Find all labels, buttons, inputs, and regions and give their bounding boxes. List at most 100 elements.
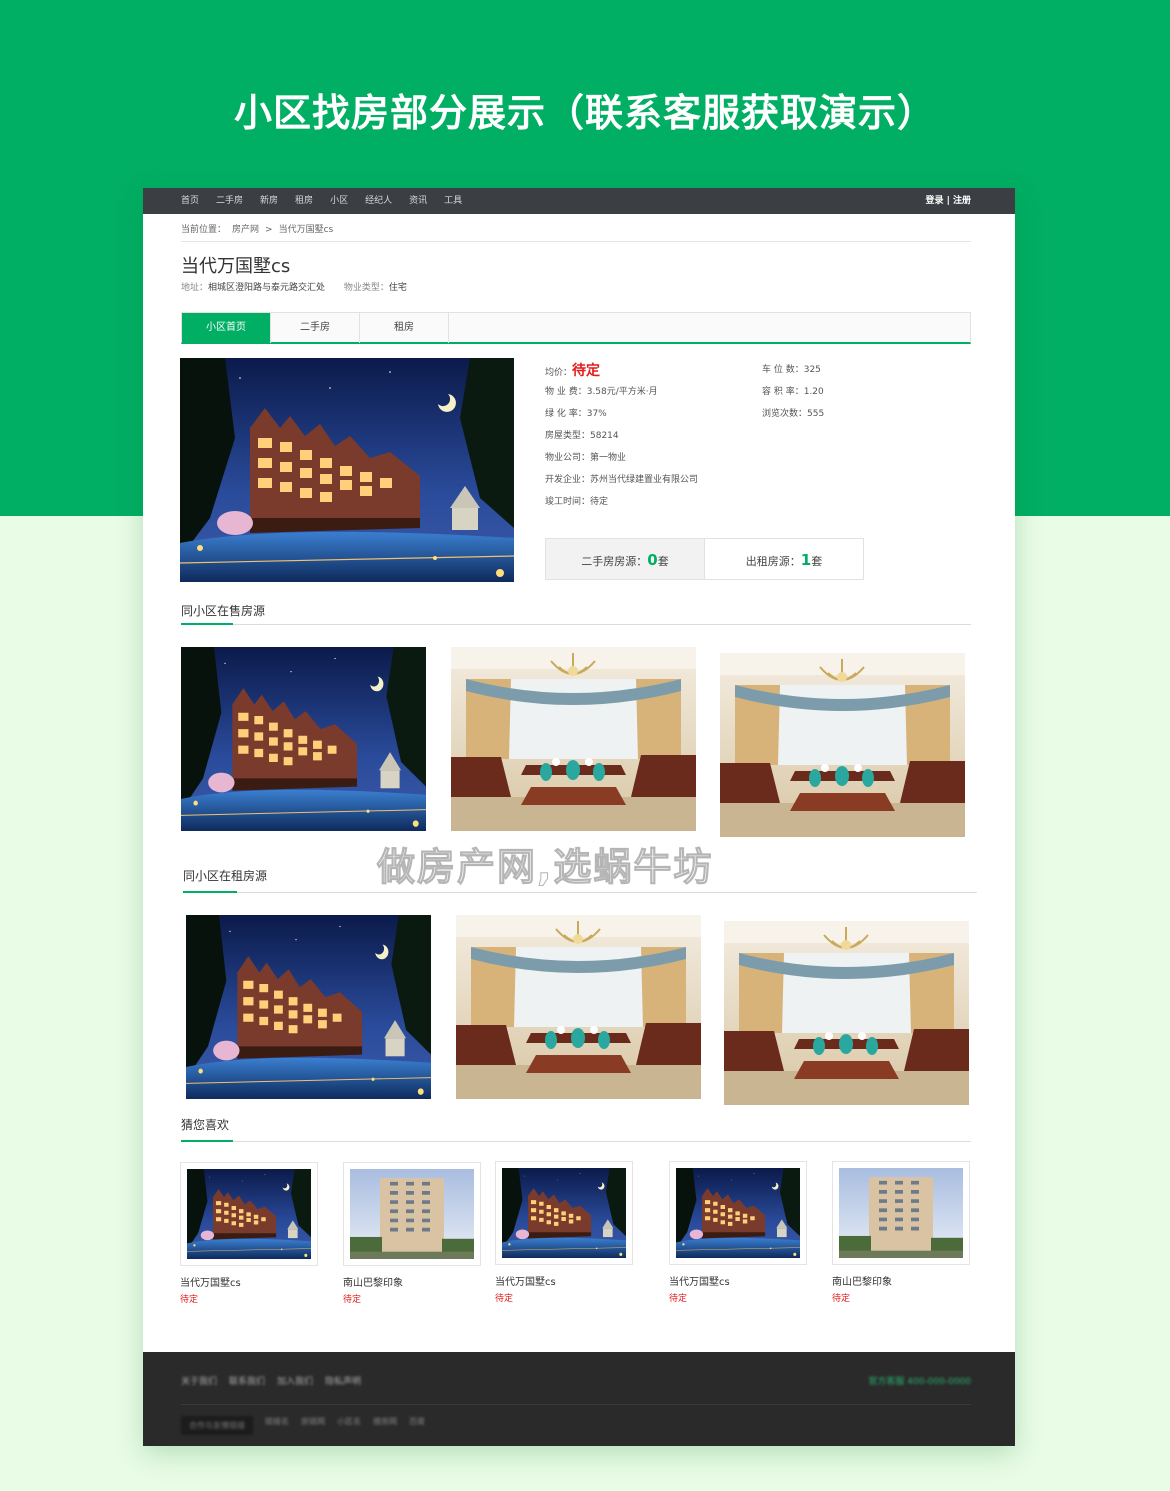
tab-resale[interactable]: 二手房 bbox=[271, 313, 360, 343]
price-label: 均价： bbox=[545, 368, 573, 378]
footer: 关于我们 联系我们 加入我们 隐私声明 官方客服 400-000-0000 合作… bbox=[143, 1352, 1015, 1446]
friend-link[interactable]: 百度 bbox=[409, 1416, 425, 1435]
friend-links-label: 合作与友情链接 bbox=[181, 1416, 253, 1435]
recommend-price: 待定 bbox=[180, 1295, 199, 1305]
page-title: 当代万国墅cs bbox=[181, 256, 291, 277]
recommend-name[interactable]: 当代万国墅cs bbox=[180, 1274, 318, 1289]
resale-count-value: 0 bbox=[647, 551, 658, 569]
nav-item-tools[interactable]: 工具 bbox=[444, 188, 462, 214]
footer-link[interactable]: 联系我们 bbox=[229, 1374, 265, 1387]
section-title-rent: 同小区在租房源 bbox=[183, 869, 268, 883]
resale-count-box[interactable]: 二手房房源：0套 bbox=[546, 539, 705, 579]
recommend-card[interactable]: 南山巴黎印象 待定 bbox=[343, 1162, 481, 1305]
login-register-link[interactable]: 登录 | 注册 bbox=[925, 188, 971, 214]
nav-item-resale[interactable]: 二手房 bbox=[216, 188, 243, 214]
recommend-name[interactable]: 南山巴黎印象 bbox=[343, 1274, 481, 1289]
breadcrumb-separator: > bbox=[265, 225, 273, 235]
nav-item-home[interactable]: 首页 bbox=[181, 188, 199, 214]
resale-count-label: 二手房房源： bbox=[581, 555, 648, 568]
section-divider bbox=[181, 624, 971, 625]
footer-links: 关于我们 联系我们 加入我们 隐私声明 bbox=[181, 1374, 373, 1387]
watermark-text: 做房产网,选蜗牛坊 bbox=[376, 845, 714, 890]
recommend-name[interactable]: 当代万国墅cs bbox=[495, 1273, 633, 1288]
property-fee: 物 业 费：3.58元/平方米·月 bbox=[545, 387, 658, 397]
property-type-label: 物业类型： bbox=[343, 283, 389, 293]
service-phone: 官方客服 400-000-0000 bbox=[868, 1377, 971, 1387]
price-row: 均价：待定 bbox=[545, 360, 600, 380]
breadcrumb: 当前位置： 房产网 > 当代万国墅cs bbox=[181, 222, 339, 235]
banner-title: 小区找房部分展示（联系客服获取演示） bbox=[233, 91, 936, 135]
house-type: 房屋类型：58214 bbox=[545, 431, 619, 441]
recommend-thumb[interactable] bbox=[495, 1161, 633, 1265]
divider bbox=[181, 241, 971, 242]
completion-time: 竣工时间：待定 bbox=[545, 497, 609, 507]
section-title-like: 猜您喜欢 bbox=[181, 1118, 230, 1132]
recommend-price: 待定 bbox=[669, 1294, 688, 1304]
breadcrumb-label: 当前位置： bbox=[181, 225, 227, 235]
recommend-price: 待定 bbox=[832, 1294, 851, 1304]
community-meta: 地址：相城区澄阳路与泰元路交汇处 物业类型：住宅 bbox=[181, 280, 407, 293]
friend-link[interactable]: 小区名 bbox=[337, 1416, 361, 1435]
rent-listing-photo[interactable] bbox=[186, 915, 431, 1099]
recommend-name[interactable]: 南山巴黎印象 bbox=[832, 1273, 970, 1288]
green-ratio: 绿 化 率：37% bbox=[545, 409, 607, 419]
rent-listing-photo[interactable] bbox=[456, 915, 701, 1099]
recommend-thumb[interactable] bbox=[180, 1162, 318, 1266]
property-company: 物业公司：第一物业 bbox=[545, 453, 627, 463]
parking-count: 车 位 数：325 bbox=[762, 365, 821, 375]
rent-count-value: 1 bbox=[800, 551, 812, 569]
recommend-card[interactable]: 当代万国墅cs 待定 bbox=[180, 1162, 318, 1305]
section-divider bbox=[183, 892, 977, 893]
recommend-card[interactable]: 当代万国墅cs 待定 bbox=[669, 1161, 807, 1304]
nav-item-agent[interactable]: 经纪人 bbox=[365, 188, 392, 214]
view-count: 浏览次数：555 bbox=[762, 409, 825, 419]
footer-link[interactable]: 关于我们 bbox=[181, 1374, 217, 1387]
sale-listing-photo[interactable] bbox=[451, 647, 696, 831]
nav-item-community[interactable]: 小区 bbox=[330, 188, 348, 214]
price-value: 待定 bbox=[572, 363, 601, 379]
footer-link[interactable]: 隐私声明 bbox=[325, 1374, 361, 1387]
resale-count-unit: 套 bbox=[657, 555, 669, 568]
recommend-card[interactable]: 南山巴黎印象 待定 bbox=[832, 1161, 970, 1304]
rent-count-box[interactable]: 出租房源：1套 bbox=[705, 539, 863, 579]
address-label: 地址： bbox=[181, 283, 209, 293]
recommend-card[interactable]: 当代万国墅cs 待定 bbox=[495, 1161, 633, 1304]
recommend-name[interactable]: 当代万国墅cs bbox=[669, 1273, 807, 1288]
section-title-sale: 同小区在售房源 bbox=[181, 604, 266, 618]
nav-item-new[interactable]: 新房 bbox=[260, 188, 278, 214]
sale-listing-photo[interactable] bbox=[181, 647, 426, 831]
section-accent bbox=[181, 623, 233, 625]
friend-link[interactable]: 搜房网 bbox=[373, 1416, 397, 1435]
listing-counts: 二手房房源：0套 出租房源：1套 bbox=[545, 538, 864, 580]
rent-count-unit: 套 bbox=[811, 555, 823, 568]
top-nav: 首页 二手房 新房 租房 小区 经纪人 资讯 工具 登录 | 注册 bbox=[143, 188, 1015, 214]
section-divider bbox=[181, 1141, 971, 1142]
rent-count-label: 出租房源： bbox=[745, 555, 801, 568]
website-mockup: 首页 二手房 新房 租房 小区 经纪人 资讯 工具 登录 | 注册 当前位置： 房… bbox=[143, 188, 1015, 1446]
friend-links: 合作与友情链接 链接名 房链网 小区名 搜房网 百度 bbox=[181, 1416, 437, 1435]
footer-link[interactable]: 加入我们 bbox=[277, 1374, 313, 1387]
breadcrumb-current: 当代万国墅cs bbox=[278, 225, 334, 235]
rent-listing-photo[interactable] bbox=[724, 921, 969, 1105]
section-accent bbox=[183, 891, 237, 893]
community-tabs: 小区首页 二手房 租房 bbox=[181, 312, 971, 344]
friend-link[interactable]: 链接名 bbox=[265, 1416, 289, 1435]
recommend-price: 待定 bbox=[343, 1295, 362, 1305]
sale-listing-photo[interactable] bbox=[720, 653, 965, 837]
breadcrumb-home[interactable]: 房产网 bbox=[232, 225, 259, 235]
friend-link[interactable]: 房链网 bbox=[301, 1416, 325, 1435]
nav-item-rent[interactable]: 租房 bbox=[295, 188, 313, 214]
recommend-thumb[interactable] bbox=[669, 1161, 807, 1265]
plot-ratio: 容 积 率：1.20 bbox=[762, 387, 824, 397]
recommend-thumb[interactable] bbox=[343, 1162, 481, 1266]
developer: 开发企业：苏州当代绿建置业有限公司 bbox=[545, 475, 699, 485]
address-value: 相城区澄阳路与泰元路交汇处 bbox=[208, 283, 326, 293]
tab-community-home[interactable]: 小区首页 bbox=[182, 313, 271, 343]
nav-item-news[interactable]: 资讯 bbox=[409, 188, 427, 214]
recommend-thumb[interactable] bbox=[832, 1161, 970, 1265]
community-main-photo[interactable] bbox=[180, 358, 514, 582]
tab-rent[interactable]: 租房 bbox=[360, 313, 449, 343]
property-type-value: 住宅 bbox=[388, 283, 407, 293]
section-accent bbox=[181, 1140, 233, 1142]
recommend-price: 待定 bbox=[495, 1294, 514, 1304]
